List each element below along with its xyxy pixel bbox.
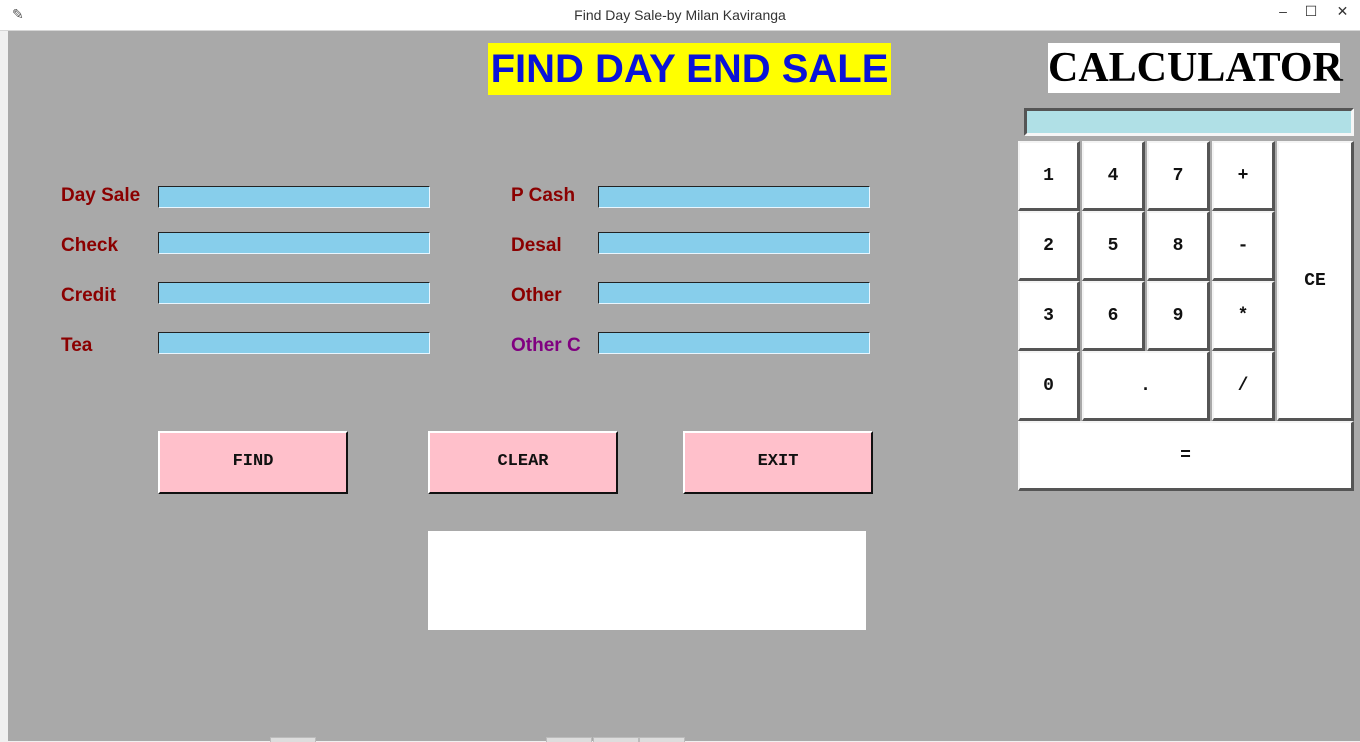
calc-key-0[interactable]: 0: [1018, 351, 1080, 421]
desal-label: Desal: [511, 235, 562, 256]
check-input[interactable]: [158, 232, 430, 254]
day-sale-input[interactable]: [158, 186, 430, 208]
calc-key-9[interactable]: 9: [1147, 281, 1210, 351]
bottom-edge-tab: [593, 737, 639, 742]
calc-key-1[interactable]: 1: [1018, 141, 1080, 211]
calculator-title: CALCULATOR: [1048, 43, 1343, 93]
calc-key-8[interactable]: 8: [1147, 211, 1210, 281]
other-input[interactable]: [598, 282, 870, 304]
calc-key-plus[interactable]: +: [1212, 141, 1275, 211]
other-c-label: Other C: [511, 335, 581, 356]
bottom-edge-tab: [270, 737, 316, 742]
window-title: Find Day Sale-by Milan Kaviranga: [574, 7, 786, 23]
p-cash-label: P Cash: [511, 185, 576, 206]
calc-key-2[interactable]: 2: [1018, 211, 1080, 281]
tea-label: Tea: [61, 335, 93, 356]
calc-key-minus[interactable]: -: [1212, 211, 1275, 281]
tea-input[interactable]: [158, 332, 430, 354]
day-sale-label: Day Sale: [61, 185, 141, 206]
calc-key-divide[interactable]: /: [1212, 351, 1275, 421]
calc-key-5[interactable]: 5: [1082, 211, 1145, 281]
result-display: [428, 531, 866, 630]
p-cash-input[interactable]: [598, 186, 870, 208]
find-button[interactable]: FIND: [158, 431, 348, 494]
maximize-button[interactable]: ☐: [1296, 0, 1326, 22]
calc-key-3[interactable]: 3: [1018, 281, 1080, 351]
calc-key-4[interactable]: 4: [1082, 141, 1145, 211]
calc-key-multiply[interactable]: *: [1212, 281, 1275, 351]
page-title: FIND DAY END SALE: [488, 43, 891, 95]
minimize-button[interactable]: –: [1268, 0, 1298, 22]
clear-button[interactable]: CLEAR: [428, 431, 618, 494]
credit-label: Credit: [61, 285, 116, 306]
calc-key-equals[interactable]: =: [1018, 421, 1354, 491]
exit-button[interactable]: EXIT: [683, 431, 873, 494]
bottom-edge-tab: [546, 737, 592, 742]
calc-key-ce[interactable]: CE: [1277, 141, 1354, 421]
calc-key-7[interactable]: 7: [1147, 141, 1210, 211]
desal-input[interactable]: [598, 232, 870, 254]
other-c-input[interactable]: [598, 332, 870, 354]
bottom-edge-tab: [639, 737, 685, 742]
check-label: Check: [61, 235, 119, 256]
close-button[interactable]: ✕: [1325, 0, 1360, 22]
window-titlebar: ✎ Find Day Sale-by Milan Kaviranga – ☐ ✕: [0, 0, 1360, 31]
calculator-display[interactable]: [1024, 108, 1354, 136]
calc-key-dot[interactable]: .: [1082, 351, 1210, 421]
calc-key-6[interactable]: 6: [1082, 281, 1145, 351]
other-label: Other: [511, 285, 562, 306]
credit-input[interactable]: [158, 282, 430, 304]
